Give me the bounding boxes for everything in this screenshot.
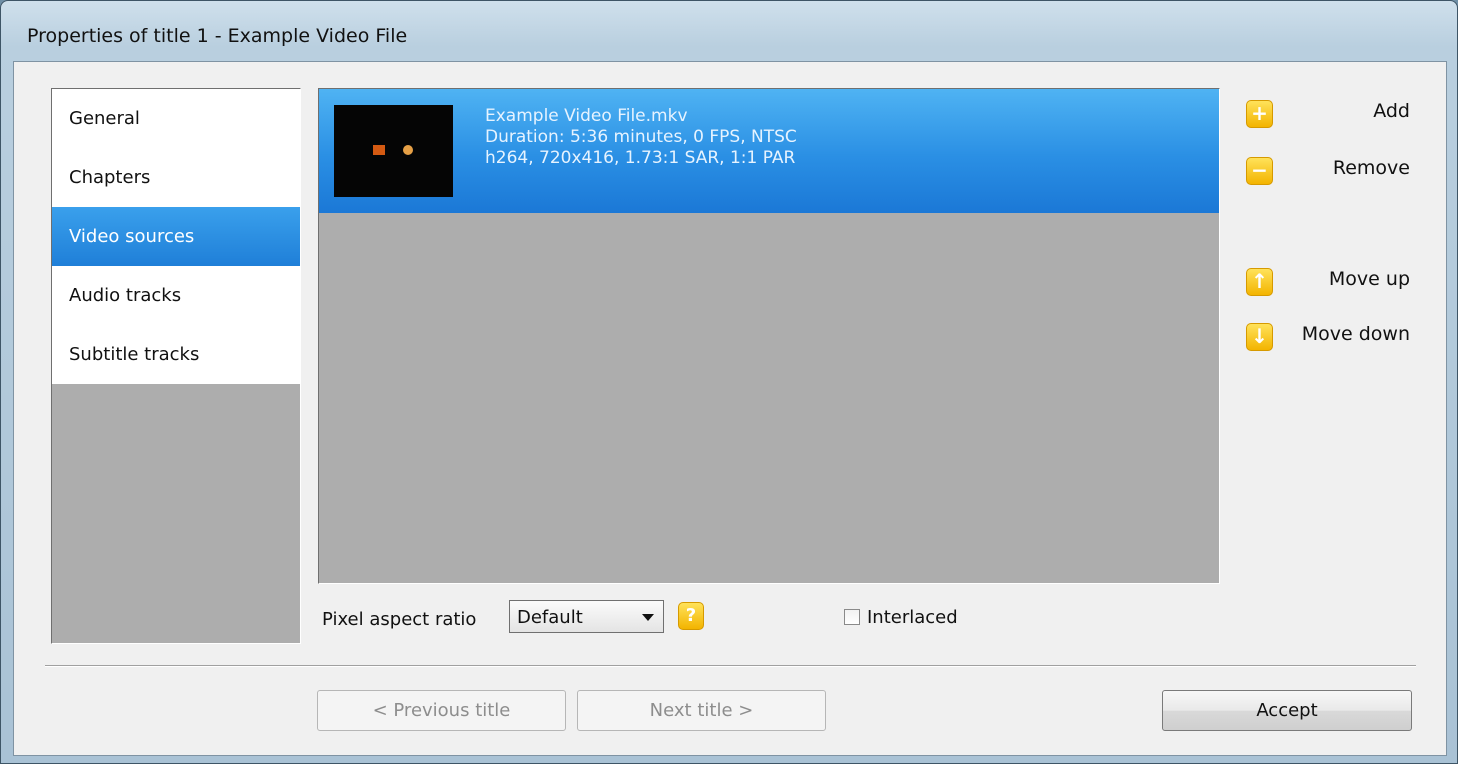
pixel-aspect-ratio-value: Default	[517, 607, 583, 628]
accept-button[interactable]: Accept	[1162, 690, 1412, 731]
properties-window: Properties of title 1 - Example Video Fi…	[0, 0, 1458, 764]
video-duration: Duration: 5:36 minutes, 0 FPS, NTSC	[485, 127, 797, 147]
add-button[interactable]: + Add	[1230, 100, 1410, 134]
remove-label: Remove	[1332, 157, 1410, 179]
nav-item-label: Chapters	[69, 167, 151, 188]
previous-title-button[interactable]: < Previous title	[317, 690, 566, 731]
title-bar[interactable]: Properties of title 1 - Example Video Fi…	[1, 1, 1457, 61]
question-icon[interactable]: ?	[678, 602, 704, 630]
thumbnail-figure	[373, 145, 385, 155]
video-sources-list[interactable]: Example Video File.mkv Duration: 5:36 mi…	[318, 88, 1220, 584]
video-thumbnail	[334, 105, 453, 197]
pixel-aspect-ratio-select[interactable]: Default	[509, 600, 664, 633]
nav-item-subtitle-tracks[interactable]: Subtitle tracks	[52, 325, 300, 384]
previous-title-label: < Previous title	[372, 700, 511, 721]
window-title: Properties of title 1 - Example Video Fi…	[27, 25, 408, 47]
arrow-down-icon: ↓	[1246, 323, 1273, 351]
nav-item-audio-tracks[interactable]: Audio tracks	[52, 266, 300, 325]
next-title-button[interactable]: Next title >	[577, 690, 826, 731]
minus-icon: −	[1246, 157, 1273, 185]
arrow-up-icon: ↑	[1246, 268, 1273, 296]
video-format: h264, 720x416, 1.73:1 SAR, 1:1 PAR	[485, 148, 796, 168]
chevron-down-icon	[642, 614, 654, 621]
category-list: General Chapters Video sources Audio tra…	[51, 88, 301, 644]
move-down-button[interactable]: ↓ Move down	[1230, 323, 1410, 357]
interlaced-label[interactable]: Interlaced	[867, 607, 958, 628]
pixel-aspect-ratio-label: Pixel aspect ratio	[322, 609, 477, 630]
nav-item-label: Video sources	[69, 226, 195, 247]
nav-item-video-sources[interactable]: Video sources	[52, 207, 300, 266]
nav-item-label: Subtitle tracks	[69, 344, 200, 365]
move-down-label: Move down	[1301, 323, 1410, 345]
video-source-info: Example Video File.mkv Duration: 5:36 mi…	[485, 106, 797, 169]
move-up-label: Move up	[1328, 268, 1410, 290]
nav-item-chapters[interactable]: Chapters	[52, 148, 300, 207]
dialog-body: General Chapters Video sources Audio tra…	[13, 61, 1447, 756]
separator	[45, 665, 1416, 667]
nav-item-label: Audio tracks	[69, 285, 182, 306]
plus-icon: +	[1246, 100, 1273, 128]
accept-label: Accept	[1256, 700, 1318, 721]
nav-item-label: General	[69, 108, 140, 129]
next-title-label: Next title >	[649, 700, 754, 721]
move-up-button[interactable]: ↑ Move up	[1230, 268, 1410, 302]
video-filename: Example Video File.mkv	[485, 106, 688, 126]
interlaced-checkbox[interactable]	[844, 609, 860, 625]
add-label: Add	[1373, 100, 1410, 122]
nav-item-general[interactable]: General	[52, 89, 300, 148]
remove-button[interactable]: − Remove	[1230, 157, 1410, 191]
video-source-item[interactable]: Example Video File.mkv Duration: 5:36 mi…	[319, 89, 1219, 213]
thumbnail-figure	[403, 145, 413, 155]
